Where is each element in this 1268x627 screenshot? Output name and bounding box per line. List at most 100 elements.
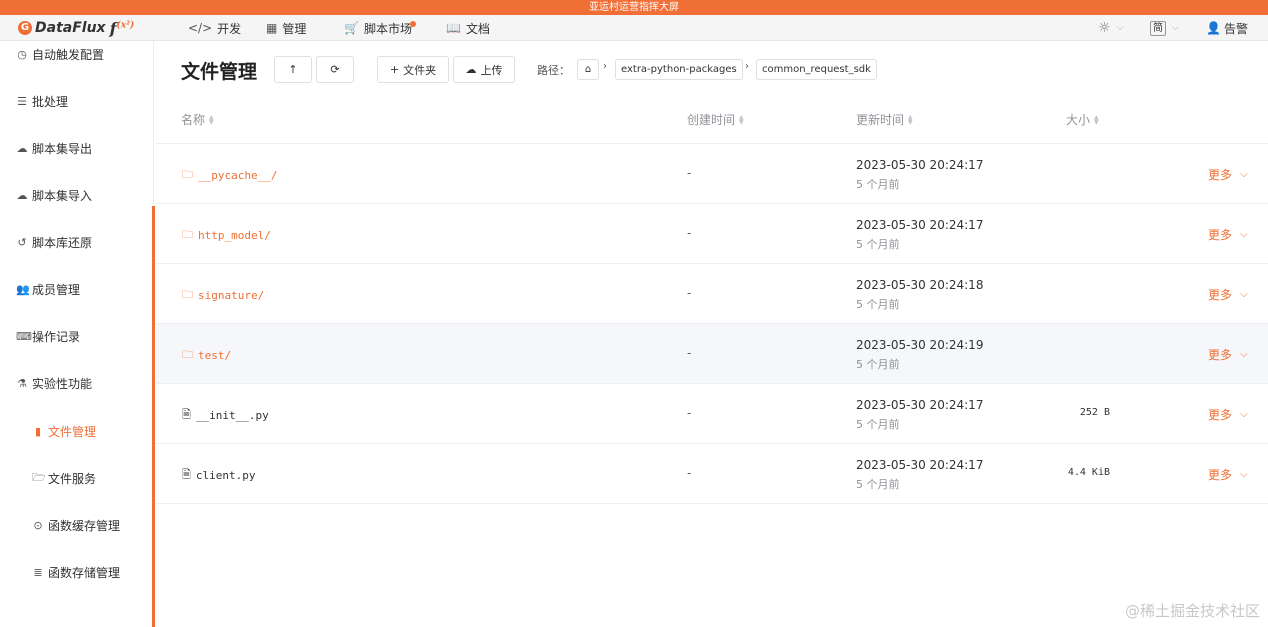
upload-button[interactable]: ☁ 上传 — [453, 56, 515, 83]
refresh-button[interactable]: ⟳ — [316, 56, 354, 83]
table-row[interactable]: 🗀 http_model/ - 2023-05-30 20:24:17 5 个月前 … — [156, 204, 1268, 264]
sidebar-item-file-manager[interactable]: ▮ 文件管理 — [32, 421, 96, 441]
sidebar-item-script-import[interactable]: ☁ 脚本集导入 — [16, 185, 93, 205]
cloud-download-icon: ☁ — [16, 141, 28, 155]
list-icon: ☰ — [17, 94, 27, 108]
brand-fx: f(x²) — [109, 18, 135, 38]
new-folder-button[interactable]: + 文件夹 — [377, 56, 449, 83]
cloud-upload-icon: ☁ — [465, 63, 477, 76]
sidebar-item-auto-trigger[interactable]: ◷ 自动触发配置 — [16, 44, 104, 64]
language-label: 简 — [1150, 20, 1166, 36]
user-menu[interactable]: 👤 告警 — [1206, 15, 1248, 41]
file-name-link[interactable]: 🗀 __pycache__/ — [182, 166, 277, 185]
created-time: - — [687, 286, 692, 300]
user-icon: 👤 — [1206, 21, 1221, 35]
chevron-down-icon: ⌵ — [1172, 23, 1179, 33]
top-banner: 亚运村运营指挥大屏 — [0, 0, 1268, 15]
nav-script-market[interactable]: 🛒 脚本市场 — [344, 15, 416, 41]
file-size: 4.4 KiB — [1067, 467, 1110, 478]
sidebar-item-members[interactable]: 👥 成员管理 — [16, 279, 80, 299]
keyboard-icon: ⌨ — [16, 329, 32, 343]
table-row[interactable]: 🗎 client.py - 2023-05-30 20:24:17 5 个月前 4.… — [156, 444, 1268, 504]
table-row[interactable]: 🗀 __pycache__/ - 2023-05-30 20:24:17 5 个月前… — [156, 144, 1268, 204]
more-dropdown[interactable]: 更多 ⌵ — [1208, 466, 1248, 483]
chevron-down-icon: ⌵ — [1116, 23, 1124, 33]
table-row[interactable]: 🗀 signature/ - 2023-05-30 20:24:18 5 个月前 更… — [156, 264, 1268, 324]
file-name-link[interactable]: 🗎 client.py — [182, 466, 255, 485]
nav-develop[interactable]: </> 开发 — [188, 15, 241, 41]
arrow-up-icon: ↑ — [288, 63, 298, 76]
nav-label: 管理 — [282, 21, 307, 36]
folder-icon: 🗀 — [182, 348, 193, 361]
brand-name: DataFlux — [35, 20, 106, 36]
top-navbar: G DataFlux f(x²) </> 开发 ▦ 管理 🛒 脚本市场 📖 文档… — [0, 15, 1268, 41]
chevron-down-icon: ⌵ — [1240, 289, 1248, 300]
theme-switch[interactable]: ☼ ⌵ — [1098, 15, 1123, 41]
nav-docs[interactable]: 📖 文档 — [446, 15, 490, 41]
table-row[interactable]: 🗀 test/ - 2023-05-30 20:24:19 5 个月前 更多 ⌵ — [156, 324, 1268, 384]
folder-open-icon: 🗁 — [32, 470, 46, 484]
nav-label: 开发 — [217, 21, 242, 36]
more-dropdown[interactable]: 更多 ⌵ — [1208, 226, 1248, 243]
more-dropdown[interactable]: 更多 ⌵ — [1208, 406, 1248, 423]
table-header: 名称 ▲ ▼ 创建时间 ▲ ▼ 更新时间 ▲ ▼ 大小 ▲ ▼ — [156, 101, 1268, 144]
path-label: 路径： — [537, 64, 570, 77]
chevron-down-icon: ⌵ — [1240, 409, 1248, 420]
created-time: - — [687, 346, 692, 360]
column-header-size[interactable]: 大小 ▲ ▼ — [1066, 111, 1099, 128]
sidebar: ◷ 自动触发配置 ☰ 批处理 ☁ 脚本集导出 ☁ 脚本集导入 ↺ 脚本库还原 👥 成员管理 … — [0, 41, 154, 627]
table-row[interactable]: 🗎 __init__.py - 2023-05-30 20:24:17 5 个月前 … — [156, 384, 1268, 444]
watermark: @稀土掘金技术社区 — [1124, 602, 1260, 620]
cloud-upload-icon: ☁ — [16, 188, 28, 202]
column-header-name[interactable]: 名称 ▲ ▼ — [181, 111, 214, 128]
file-name-link[interactable]: 🗀 test/ — [182, 346, 231, 365]
code-icon: </> — [188, 21, 213, 35]
file-size: 252 B — [1079, 407, 1110, 418]
more-dropdown[interactable]: 更多 ⌵ — [1208, 346, 1248, 363]
sun-icon: ☼ — [1098, 20, 1111, 36]
breadcrumb-item[interactable]: extra-python-packages — [615, 59, 743, 80]
created-time: - — [687, 226, 692, 240]
updated-time: 2023-05-30 20:24:17 5 个月前 — [856, 398, 984, 431]
language-switch[interactable]: 简 ⌵ — [1150, 15, 1179, 41]
nav-label: 文档 — [465, 21, 490, 36]
brand-logo[interactable]: G DataFlux f(x²) — [18, 17, 134, 39]
file-name-link[interactable]: 🗀 http_model/ — [182, 226, 271, 245]
clock-icon: ◷ — [17, 47, 27, 61]
sidebar-item-file-service[interactable]: 🗁 文件服务 — [32, 468, 96, 488]
folder-icon: 🗀 — [182, 168, 193, 181]
sort-icon: ▲ ▼ — [1094, 113, 1099, 126]
sidebar-item-func-store[interactable]: ≣ 函数存储管理 — [32, 562, 120, 582]
sidebar-item-batch[interactable]: ☰ 批处理 — [16, 91, 68, 111]
dot-circle-icon: ⊙ — [33, 518, 43, 532]
file-name-link[interactable]: 🗀 signature/ — [182, 286, 264, 305]
nav-manage[interactable]: ▦ 管理 — [266, 15, 306, 41]
sidebar-item-operation-log[interactable]: ⌨ 操作记录 — [16, 326, 80, 346]
chevron-right-icon: › — [603, 61, 607, 72]
updated-time: 2023-05-30 20:24:18 5 个月前 — [856, 278, 984, 311]
sort-icon: ▲ ▼ — [908, 113, 913, 126]
flask-icon: ⚗ — [17, 376, 27, 390]
sidebar-item-func-cache[interactable]: ⊙ 函数缓存管理 — [32, 515, 120, 535]
file-name-link[interactable]: 🗎 __init__.py — [182, 406, 269, 425]
column-header-updated[interactable]: 更新时间 ▲ ▼ — [856, 111, 913, 128]
more-dropdown[interactable]: 更多 ⌵ — [1208, 286, 1248, 303]
chevron-down-icon: ⌵ — [1240, 349, 1248, 360]
users-icon: 👥 — [16, 282, 30, 296]
breadcrumb-item[interactable]: common_request_sdk — [756, 59, 877, 80]
breadcrumb-home[interactable]: ⌂ — [577, 59, 599, 80]
updated-time: 2023-05-30 20:24:17 5 个月前 — [856, 218, 984, 251]
cart-icon: 🛒 — [344, 21, 359, 35]
updated-time: 2023-05-30 20:24:17 5 个月前 — [856, 158, 984, 191]
sidebar-item-script-restore[interactable]: ↺ 脚本库还原 — [16, 232, 92, 252]
sidebar-item-script-export[interactable]: ☁ 脚本集导出 — [16, 138, 93, 158]
more-dropdown[interactable]: 更多 ⌵ — [1208, 166, 1248, 183]
column-header-created[interactable]: 创建时间 ▲ ▼ — [687, 111, 744, 128]
file-icon: ▮ — [34, 424, 42, 438]
refresh-icon: ⟳ — [330, 63, 340, 76]
plus-icon: + — [389, 63, 400, 76]
created-time: - — [687, 406, 692, 420]
go-up-button[interactable]: ↑ — [274, 56, 312, 83]
notification-dot — [409, 20, 416, 27]
sidebar-item-experimental[interactable]: ⚗ 实验性功能 — [16, 373, 92, 393]
